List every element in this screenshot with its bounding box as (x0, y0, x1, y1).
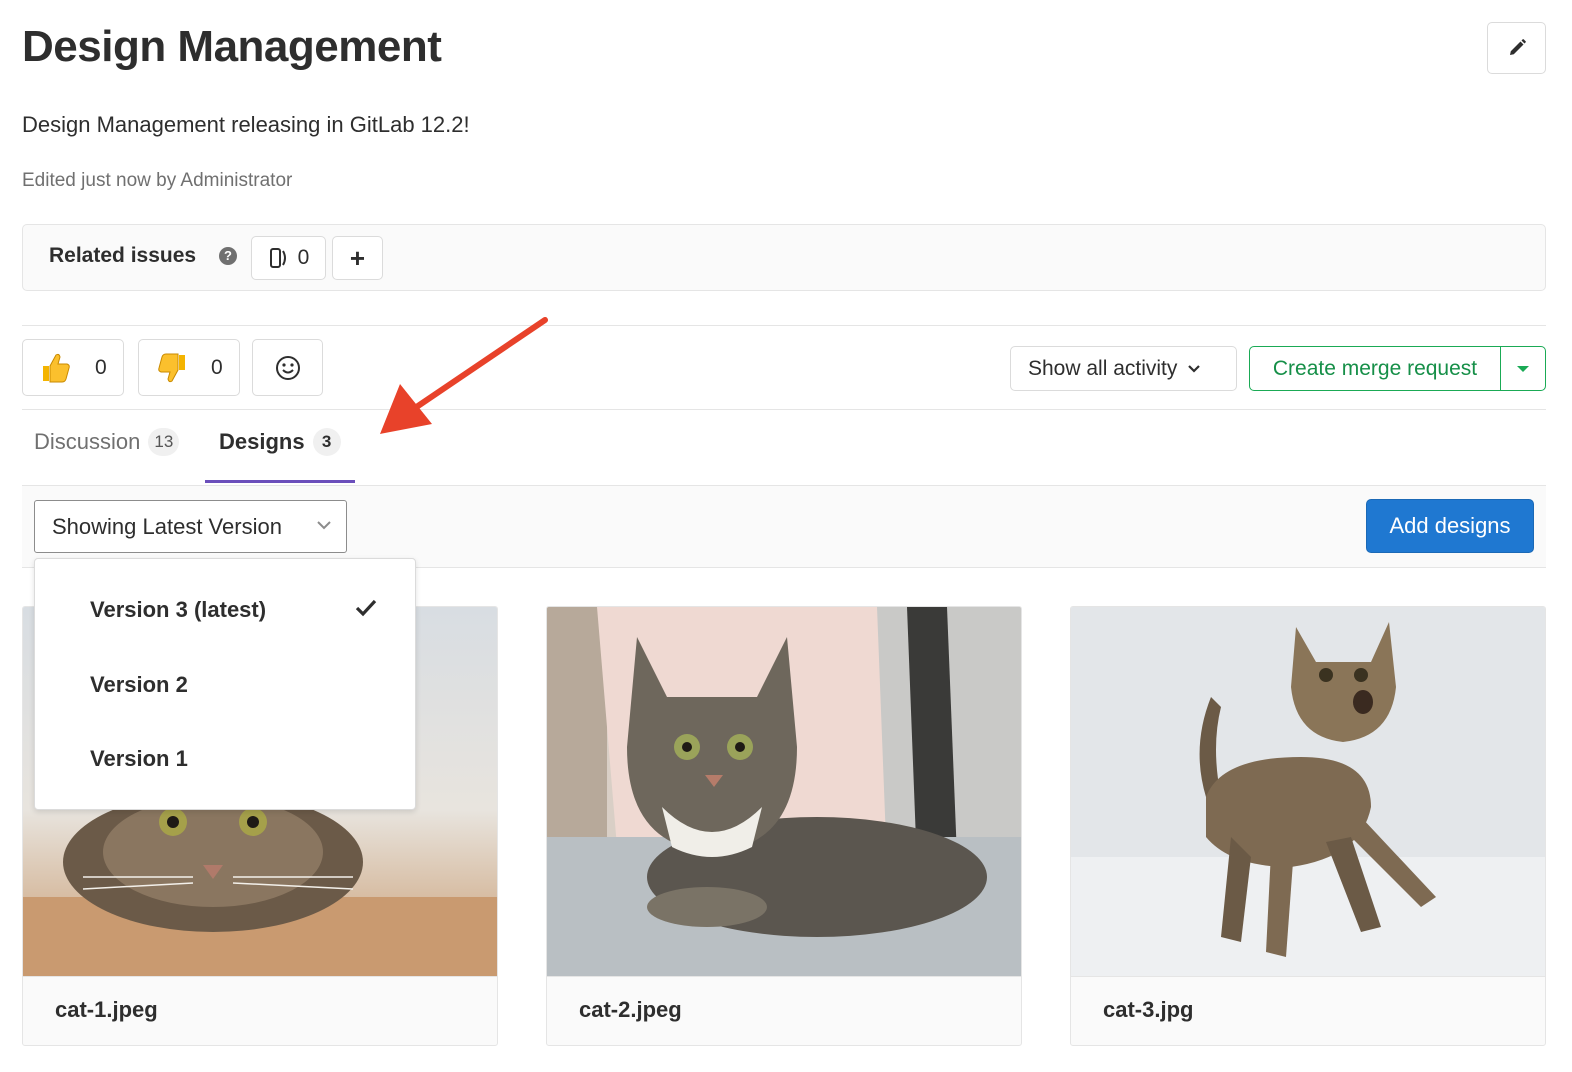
smiley-icon (275, 355, 300, 380)
merge-request-options-toggle[interactable] (1501, 347, 1545, 390)
designs-toolbar: Showing Latest Version Add designs (22, 485, 1546, 568)
chevron-down-icon (317, 521, 331, 530)
card-divider (547, 976, 1021, 977)
annotation-arrow-icon (380, 317, 548, 434)
version-select-value: Showing Latest Version (52, 513, 282, 539)
thumbs-up-count: 0 (95, 355, 107, 379)
edited-by-text: Edited just now by Administrator (22, 170, 293, 191)
design-thumbnail-image (1071, 607, 1545, 976)
plus-icon: + (349, 242, 366, 273)
version-option[interactable]: Version 3 (latest) (90, 597, 266, 623)
add-related-issue-button[interactable]: + (332, 236, 383, 280)
tab-label: Discussion (34, 429, 141, 454)
related-issues-count: 0 (251, 236, 326, 280)
issues-icon (269, 248, 286, 268)
caret-down-icon (1517, 365, 1529, 372)
pencil-icon (1509, 39, 1526, 55)
design-card[interactable]: cat-3.jpg (1070, 606, 1546, 1046)
related-issues-panel: Related issues ? 0 + (22, 224, 1546, 291)
version-select[interactable]: Showing Latest Version (34, 500, 347, 553)
thumbs-down-count: 0 (211, 355, 223, 379)
design-filename: cat-1.jpeg (55, 997, 158, 1022)
thumbs-up-award-button[interactable]: 0 (22, 339, 124, 396)
add-reaction-button[interactable] (252, 339, 323, 396)
thumbs-up-icon (43, 353, 70, 382)
thumbs-down-award-button[interactable]: 0 (138, 339, 240, 396)
active-tab-indicator (205, 480, 355, 483)
divider (22, 325, 1546, 326)
tab-label: Designs (219, 429, 305, 454)
add-designs-button[interactable]: Add designs (1366, 499, 1534, 553)
design-filename: cat-2.jpeg (579, 997, 682, 1022)
edit-issue-button[interactable] (1487, 22, 1546, 74)
thumbs-down-icon (158, 353, 185, 382)
design-card[interactable]: cat-2.jpeg (546, 606, 1022, 1046)
version-option[interactable]: Version 2 (90, 672, 188, 698)
tab-discussion[interactable]: Discussion 13 (34, 428, 180, 456)
card-divider (23, 976, 497, 977)
related-issues-count-value: 0 (297, 246, 310, 269)
chevron-down-icon (1188, 364, 1201, 373)
related-issues-label: Related issues (49, 244, 197, 267)
question-circle-icon[interactable]: ? (219, 247, 237, 265)
create-merge-request-split-button: Create merge request (1249, 346, 1546, 391)
divider (22, 409, 1546, 410)
activity-filter-label: Show all activity (1028, 356, 1178, 380)
tab-count-badge: 13 (148, 428, 180, 456)
card-divider (1071, 976, 1545, 977)
issue-description: Design Management releasing in GitLab 12… (22, 112, 470, 137)
tab-designs[interactable]: Designs 3 (219, 428, 341, 456)
design-filename: cat-3.jpg (1103, 997, 1194, 1022)
version-dropdown-menu: Version 3 (latest) Version 2 Version 1 (34, 558, 416, 810)
activity-filter-dropdown[interactable]: Show all activity (1010, 346, 1237, 391)
version-option[interactable]: Version 1 (90, 746, 188, 772)
create-merge-request-button[interactable]: Create merge request (1250, 347, 1501, 390)
issue-title: Design Management (22, 22, 442, 71)
design-thumbnail-image (547, 607, 1021, 976)
check-icon (355, 599, 377, 617)
tab-count-badge: 3 (312, 428, 341, 456)
